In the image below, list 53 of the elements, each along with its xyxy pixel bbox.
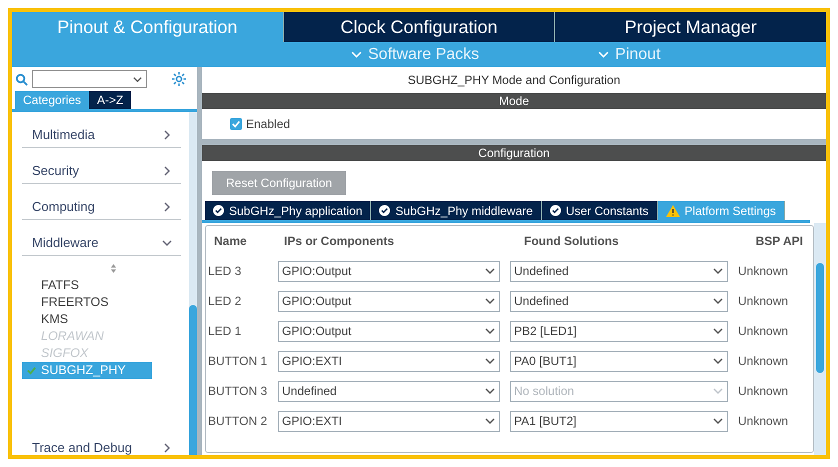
settings-icon[interactable] (171, 71, 187, 87)
table-cell-text: LED 1 (208, 323, 242, 340)
table-cell-text: BUTTON 2 (208, 413, 268, 430)
table-cell-text: LED 3 (208, 263, 242, 280)
table-cell-text: Unknown (738, 353, 790, 370)
config-tab[interactable]: SubGHz_Phy application (205, 201, 372, 220)
scrollbar[interactable] (189, 112, 197, 455)
category-item[interactable]: Multimedia (22, 112, 181, 148)
dropdown-field[interactable]: GPIO:Output (278, 320, 500, 342)
dropdown-field[interactable]: GPIO:Output (278, 260, 500, 282)
config-tab[interactable]: SubGHz_Phy middleware (371, 201, 542, 220)
category-item[interactable]: Middleware (22, 220, 181, 256)
checkbox-label: Enabled (246, 116, 290, 133)
view-tab[interactable]: A->Z (89, 91, 132, 109)
section-header: Mode (202, 93, 826, 109)
table-cell-text: Unknown (738, 323, 790, 340)
column-header: BSP API (754, 233, 804, 250)
table-cell-text: Unknown (738, 413, 790, 430)
category-item[interactable]: Computing (22, 184, 181, 220)
table-cell-text: Unknown (738, 293, 790, 310)
dropdown-field[interactable]: GPIO:EXTI (278, 350, 500, 372)
sort-icon (110, 264, 117, 273)
component-item[interactable]: FATFS (22, 277, 152, 294)
checkbox[interactable] (230, 118, 242, 130)
category-item[interactable]: Trace and Debug (22, 425, 181, 455)
column-header: Found Solutions (523, 233, 620, 250)
table-cell-text: BUTTON 3 (208, 383, 268, 400)
scrollbar[interactable] (814, 223, 826, 455)
dropdown-field[interactable]: Undefined (278, 380, 500, 402)
dropdown-field[interactable]: PA1 [BUT2] (510, 410, 728, 432)
main-tab[interactable]: Clock Configuration (282, 12, 554, 42)
panel-title: SUBGHZ_PHY Mode and Configuration (406, 72, 622, 89)
section-header: Configuration (202, 145, 826, 161)
table-cell-text: BUTTON 1 (208, 353, 268, 370)
table-cell-text: LED 2 (208, 293, 242, 310)
dropdown-field[interactable]: PA0 [BUT1] (510, 350, 728, 372)
dropdown-field[interactable]: GPIO:EXTI (278, 410, 500, 432)
component-item[interactable]: FREERTOS (22, 294, 152, 311)
column-header: Name (214, 233, 248, 250)
table-cell-text: Unknown (738, 383, 790, 400)
config-tab[interactable]: User Constants (542, 201, 658, 220)
check-icon (26, 365, 37, 376)
category-item[interactable]: Security (22, 148, 181, 184)
table-cell-text: Unknown (738, 263, 790, 280)
dropdown-field[interactable]: Undefined (510, 260, 728, 282)
dropdown-field[interactable]: GPIO:Output (278, 290, 500, 312)
component-item[interactable]: KMS (22, 311, 152, 328)
main-tab[interactable]: Project Manager (554, 12, 826, 42)
search-icon (15, 72, 28, 86)
dropdown-field[interactable]: PB2 [LED1] (510, 320, 728, 342)
column-header: IPs or Components (283, 233, 396, 250)
dropdown-field[interactable]: Undefined (510, 290, 728, 312)
search-field[interactable] (32, 70, 147, 88)
